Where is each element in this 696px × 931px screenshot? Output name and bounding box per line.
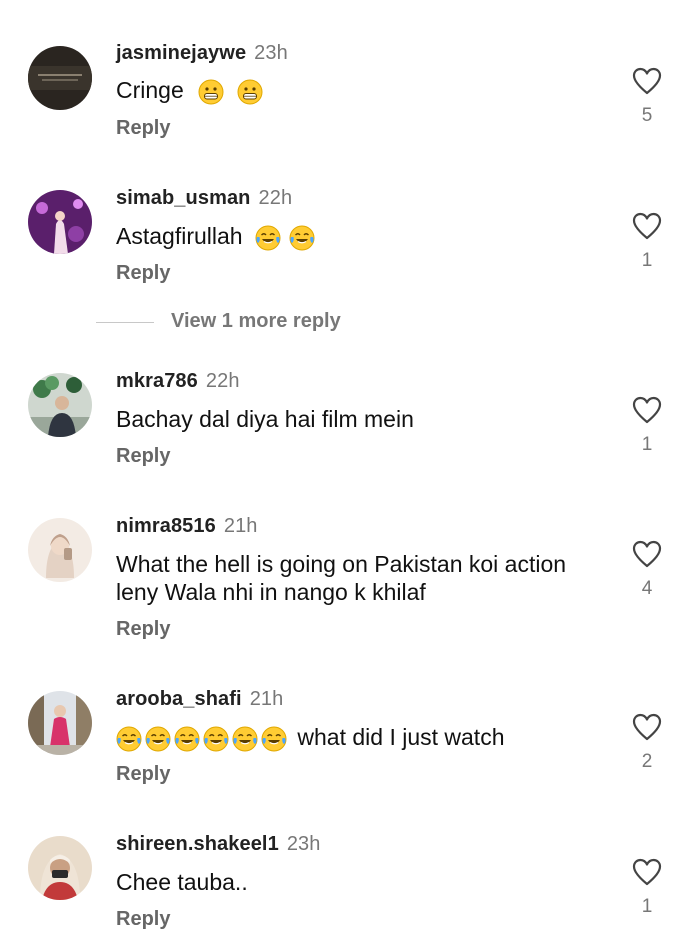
tears-of-joy-icon	[261, 726, 287, 752]
tears-of-joy-icon	[203, 726, 229, 752]
like-button[interactable]: 4	[632, 540, 662, 600]
comment-time: 23h	[254, 42, 288, 64]
comment-text: Astagfirullah	[116, 222, 596, 251]
comment-username[interactable]: jasminejaywe 23h	[116, 42, 288, 65]
comment-time: 23h	[286, 833, 321, 855]
tears-of-joy-icon	[232, 726, 258, 752]
tears-of-joy-icon	[145, 726, 171, 752]
grimacing-face-icon	[237, 79, 263, 105]
comment-text: Bachay dal diya hai film mein	[116, 406, 414, 432]
like-count: 1	[641, 250, 653, 271]
heart-outline-icon[interactable]	[632, 212, 662, 240]
like-count: 2	[641, 751, 653, 772]
comment-text: What the hell is going on Pakistan koi a…	[116, 551, 567, 605]
reply-button[interactable]: Reply	[116, 445, 170, 468]
heart-outline-icon[interactable]	[632, 67, 662, 95]
comment-time: 21h	[223, 515, 258, 537]
comment-text: what did I just watch	[116, 723, 596, 752]
tears-of-joy-icon	[116, 726, 142, 752]
like-button[interactable]: 1	[632, 858, 662, 918]
reply-button[interactable]: Reply	[116, 262, 170, 285]
avatar[interactable]	[28, 373, 92, 437]
avatar[interactable]	[28, 691, 92, 755]
avatar[interactable]	[28, 836, 92, 900]
reply-button[interactable]: Reply	[116, 618, 170, 641]
comment-time: 22h	[258, 187, 293, 209]
tears-of-joy-icon	[255, 225, 281, 251]
heart-outline-icon[interactable]	[632, 713, 662, 741]
tears-of-joy-icon	[174, 726, 200, 752]
avatar[interactable]	[28, 518, 92, 582]
grimacing-face-icon	[198, 79, 224, 105]
comment-username[interactable]: simab_usman 22h	[116, 187, 292, 210]
reply-button[interactable]: Reply	[116, 908, 170, 931]
comment-username[interactable]: arooba_shafi 21h	[116, 688, 283, 711]
comment-username[interactable]: shireen.shakeel1 23h	[116, 833, 320, 856]
like-button[interactable]: 2	[632, 713, 662, 773]
like-button[interactable]: 1	[632, 212, 662, 272]
like-count: 4	[641, 578, 653, 599]
reply-button[interactable]: Reply	[116, 117, 170, 140]
comment-text: Cringe	[116, 76, 596, 105]
avatar[interactable]	[28, 190, 92, 254]
comment-username[interactable]: mkra786 22h	[116, 370, 240, 393]
like-button[interactable]: 5	[632, 67, 662, 127]
heart-outline-icon[interactable]	[632, 396, 662, 424]
like-button[interactable]: 1	[632, 396, 662, 456]
divider	[96, 322, 154, 323]
heart-outline-icon[interactable]	[632, 540, 662, 568]
heart-outline-icon[interactable]	[632, 858, 662, 886]
reply-button[interactable]: Reply	[116, 763, 170, 786]
comment-time: 22h	[205, 370, 240, 392]
view-more-replies-label[interactable]: View 1 more reply	[171, 310, 341, 333]
comment-time: 21h	[249, 688, 284, 710]
comment-username[interactable]: nimra8516 21h	[116, 515, 258, 538]
avatar[interactable]	[28, 46, 92, 110]
tears-of-joy-icon	[289, 225, 315, 251]
comment-text: Chee tauba..	[116, 869, 248, 895]
like-count: 5	[641, 105, 653, 126]
like-count: 1	[641, 434, 653, 455]
